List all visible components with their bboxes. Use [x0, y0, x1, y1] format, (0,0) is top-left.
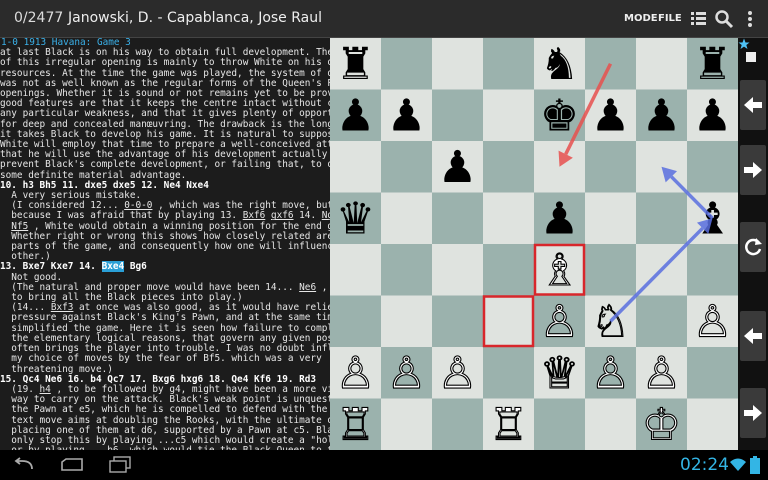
stop-icon[interactable] [746, 52, 756, 62]
piece-a5[interactable]: ♛ [336, 193, 375, 244]
star-icon[interactable] [738, 38, 750, 50]
square-h4[interactable] [687, 244, 738, 296]
move-notation-panel[interactable]: 1-0 1913 Havana: Game 3 at last Black is… [0, 38, 330, 450]
square-c1[interactable] [432, 398, 483, 451]
piece-a2[interactable]: ♙ [335, 347, 376, 399]
back-icon [744, 328, 762, 344]
piece-h7[interactable]: ♟ [693, 90, 732, 141]
square-b3[interactable] [381, 295, 432, 348]
square-c5[interactable] [432, 192, 483, 245]
square-d5[interactable] [483, 192, 534, 245]
piece-e5[interactable]: ♟ [540, 193, 579, 244]
piece-g2[interactable]: ♙ [641, 347, 682, 399]
square-c7[interactable] [432, 89, 483, 142]
square-e1[interactable] [534, 398, 585, 451]
game-title: Janowski, D. - Capablanca, Jose Raul [68, 10, 323, 26]
piece-a1[interactable]: ♖ [335, 399, 376, 450]
square-g5[interactable] [636, 192, 687, 245]
square-b4[interactable] [381, 244, 432, 296]
square-h6[interactable] [687, 141, 738, 193]
piece-c6[interactable]: ♟ [438, 142, 477, 193]
piece-e8[interactable]: ♞ [540, 39, 579, 90]
square-d6[interactable] [483, 141, 534, 193]
piece-h8[interactable]: ♜ [693, 39, 732, 90]
piece-g7[interactable]: ♟ [642, 90, 681, 141]
file-menu-button[interactable]: FILE [658, 13, 682, 24]
current-move[interactable]: Bxe4 [101, 261, 125, 273]
piece-e4[interactable]: ♗ [539, 244, 580, 296]
piece-h3[interactable]: ♙ [692, 296, 733, 348]
notation-text: at last Black is on his way to obtain fu… [0, 48, 330, 450]
square-f4[interactable] [585, 244, 636, 296]
notation-segment[interactable]: Bg6 [124, 261, 147, 272]
square-a4[interactable] [330, 244, 381, 296]
square-h1[interactable] [687, 398, 738, 451]
action-bar: 0/2477 Janowski, D. - Capablanca, Jose R… [0, 0, 768, 38]
flip-board-button[interactable] [740, 222, 766, 272]
square-d3[interactable] [483, 295, 534, 348]
piece-f7[interactable]: ♟ [591, 90, 630, 141]
square-g3[interactable] [636, 295, 687, 348]
square-c4[interactable] [432, 244, 483, 296]
piece-b2[interactable]: ♙ [386, 347, 427, 399]
recents-nav-icon[interactable] [108, 456, 132, 474]
back-button[interactable] [740, 311, 766, 361]
square-f6[interactable] [585, 141, 636, 193]
search-icon[interactable] [714, 9, 734, 29]
forward-icon [744, 405, 762, 421]
flip-board-icon [745, 238, 762, 256]
piece-c2[interactable]: ♙ [437, 347, 478, 399]
more-icon[interactable] [740, 9, 760, 29]
square-d7[interactable] [483, 89, 534, 142]
list-icon[interactable] [688, 9, 708, 29]
notation-segment: , in order [321, 281, 328, 293]
battery-icon [750, 456, 760, 474]
chess-board[interactable]: ♜ ♞ ♜ ♟ ♟ ♚ ♟ ♟ ♟ ♟ ♛ ♟ ♝ ♗ ♙ ♘ ♙ ♙ ♙ ♙ ♕ ♙ ♙ ♖ ♖ ♔ [330, 38, 738, 450]
board-canvas[interactable]: ♜ ♞ ♜♟ ♟ ♚ ♟ ♟ ♟♟♛ ♟ ♝♗♙ ♘ ♙♙ ♙ ♙ ♕ ♙ ♙♖ ♖ ♔ [330, 38, 738, 450]
piece-f2[interactable]: ♙ [590, 347, 631, 399]
goto-start-icon [744, 97, 762, 113]
piece-a7[interactable]: ♟ [336, 90, 375, 141]
piece-g1[interactable]: ♔ [641, 399, 682, 450]
navigation-sidebar [738, 38, 768, 450]
goto-end-button[interactable] [740, 145, 766, 195]
square-d8[interactable] [483, 38, 534, 90]
square-d2[interactable] [483, 347, 534, 399]
piece-e3[interactable]: ♙ [539, 296, 580, 348]
piece-b7[interactable]: ♟ [387, 90, 426, 141]
game-counter[interactable]: 0/2477 [14, 10, 63, 26]
square-a6[interactable] [330, 141, 381, 193]
square-a3[interactable] [330, 295, 381, 348]
square-g8[interactable] [636, 38, 687, 90]
square-d4[interactable] [483, 244, 534, 296]
goto-start-button[interactable] [740, 80, 766, 130]
square-h2[interactable] [687, 347, 738, 399]
piece-e2[interactable]: ♕ [539, 347, 580, 399]
clock: 02:24 [680, 455, 729, 475]
wifi-icon [730, 458, 746, 471]
mode-menu-button[interactable]: MODE [624, 13, 658, 24]
piece-f3[interactable]: ♘ [590, 296, 631, 348]
piece-a8[interactable]: ♜ [336, 39, 375, 90]
home-nav-icon[interactable] [60, 458, 84, 472]
square-b6[interactable] [381, 141, 432, 193]
system-navigation-bar: 02:24 [0, 450, 768, 480]
square-c8[interactable] [432, 38, 483, 90]
goto-end-icon [744, 162, 762, 178]
square-f1[interactable] [585, 398, 636, 451]
back-nav-icon[interactable] [12, 457, 36, 473]
forward-button[interactable] [740, 388, 766, 438]
square-f5[interactable] [585, 192, 636, 245]
variation-move[interactable]: Ne6 [299, 282, 316, 293]
square-b5[interactable] [381, 192, 432, 245]
piece-d1[interactable]: ♖ [488, 399, 529, 450]
square-c3[interactable] [432, 295, 483, 348]
square-b8[interactable] [381, 38, 432, 90]
piece-e7[interactable]: ♚ [540, 90, 579, 141]
piece-h5[interactable]: ♝ [693, 193, 732, 244]
square-b1[interactable] [381, 398, 432, 451]
